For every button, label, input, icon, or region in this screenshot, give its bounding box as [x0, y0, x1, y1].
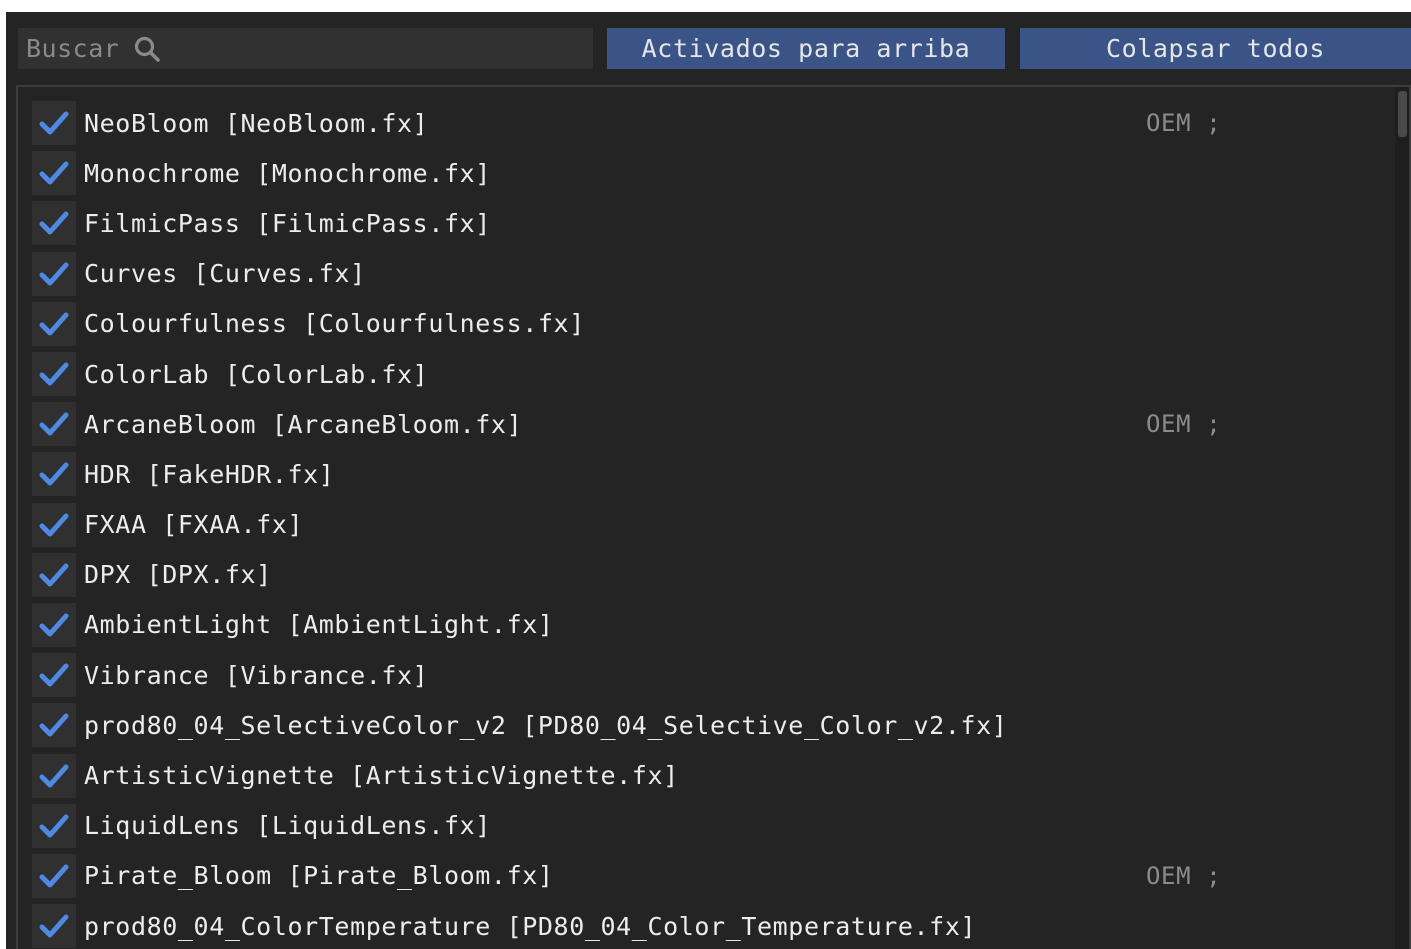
effect-checkbox[interactable] [32, 753, 76, 798]
effect-label: Curves [Curves.fx] [84, 259, 366, 289]
effect-row: DPX [DPX.fx] [32, 550, 1392, 600]
effect-tag: OEM ; [1146, 109, 1222, 138]
effect-row: Vibrance [Vibrance.fx] [32, 650, 1392, 700]
effect-checkbox[interactable] [32, 402, 76, 447]
effect-label: HDR [FakeHDR.fx] [84, 459, 335, 489]
checkmark-icon [39, 312, 69, 336]
scrollbar[interactable] [1395, 87, 1409, 949]
effect-label: NeoBloom [NeoBloom.fx] [84, 108, 429, 138]
effect-checkbox[interactable] [32, 904, 76, 949]
checkmark-icon [39, 663, 69, 687]
search-placeholder: Buscar [26, 34, 120, 63]
effects-list: NeoBloom [NeoBloom.fx] OEM ; Monochrome … [32, 98, 1392, 949]
effect-label: AmbientLight [AmbientLight.fx] [84, 610, 554, 640]
checkmark-icon [39, 362, 69, 386]
checkmark-icon [39, 764, 69, 788]
effect-row: ArtisticVignette [ArtisticVignette.fx] [32, 750, 1392, 800]
effects-list-panel: NeoBloom [NeoBloom.fx] OEM ; Monochrome … [16, 85, 1411, 949]
effect-row: Colourfulness [Colourfulness.fx] [32, 299, 1392, 349]
effects-window: Buscar Activados para arriba Colapsar to… [6, 12, 1411, 949]
effect-row: Monochrome [Monochrome.fx] [32, 148, 1392, 198]
effect-tag: OEM ; [1146, 410, 1222, 439]
checkmark-icon [39, 613, 69, 637]
search-icon [133, 35, 161, 63]
effect-label: FilmicPass [FilmicPass.fx] [84, 208, 491, 238]
effect-tag: OEM ; [1146, 861, 1222, 890]
effect-label: prod80_04_ColorTemperature [PD80_04_Colo… [84, 911, 977, 941]
checkmark-icon [39, 914, 69, 938]
effect-label: ArcaneBloom [ArcaneBloom.fx] [84, 409, 523, 439]
effect-row: prod80_04_ColorTemperature [PD80_04_Colo… [32, 901, 1392, 949]
effect-checkbox[interactable] [32, 452, 76, 497]
checkmark-icon [39, 513, 69, 537]
checkmark-icon [39, 864, 69, 888]
checkmark-icon [39, 563, 69, 587]
effect-checkbox[interactable] [32, 853, 76, 898]
effect-row: ColorLab [ColorLab.fx] [32, 349, 1392, 399]
effect-label: DPX [DPX.fx] [84, 560, 272, 590]
effect-row: ArcaneBloom [ArcaneBloom.fx] OEM ; [32, 399, 1392, 449]
effect-row: prod80_04_SelectiveColor_v2 [PD80_04_Sel… [32, 700, 1392, 750]
checkmark-icon [39, 161, 69, 185]
effect-checkbox[interactable] [32, 352, 76, 397]
effect-checkbox[interactable] [32, 803, 76, 848]
activated-to-top-button[interactable]: Activados para arriba [607, 28, 1005, 69]
effect-row: HDR [FakeHDR.fx] [32, 449, 1392, 499]
checkmark-icon [39, 412, 69, 436]
effect-label: ArtisticVignette [ArtisticVignette.fx] [84, 761, 679, 791]
effect-checkbox[interactable] [32, 251, 76, 296]
collapse-all-button[interactable]: Colapsar todos [1020, 28, 1411, 69]
effect-checkbox[interactable] [32, 101, 76, 146]
checkmark-icon [39, 814, 69, 838]
effect-row: NeoBloom [NeoBloom.fx] OEM ; [32, 98, 1392, 148]
effect-label: Pirate_Bloom [Pirate_Bloom.fx] [84, 861, 554, 891]
checkmark-icon [39, 111, 69, 135]
effect-label: Vibrance [Vibrance.fx] [84, 660, 429, 690]
checkmark-icon [39, 462, 69, 486]
effect-label: FXAA [FXAA.fx] [84, 510, 304, 540]
effect-label: LiquidLens [LiquidLens.fx] [84, 811, 491, 841]
effect-row: Pirate_Bloom [Pirate_Bloom.fx] OEM ; [32, 851, 1392, 901]
effect-label: ColorLab [ColorLab.fx] [84, 359, 429, 389]
checkmark-icon [39, 262, 69, 286]
effect-label: Monochrome [Monochrome.fx] [84, 158, 491, 188]
effect-checkbox[interactable] [32, 301, 76, 346]
checkmark-icon [39, 211, 69, 235]
effect-checkbox[interactable] [32, 552, 76, 597]
scrollbar-thumb[interactable] [1398, 91, 1407, 137]
checkmark-icon [39, 713, 69, 737]
effect-row: FilmicPass [FilmicPass.fx] [32, 198, 1392, 248]
toolbar: Buscar Activados para arriba Colapsar to… [6, 12, 1411, 82]
effect-row: LiquidLens [LiquidLens.fx] [32, 801, 1392, 851]
effect-checkbox[interactable] [32, 653, 76, 698]
effect-row: AmbientLight [AmbientLight.fx] [32, 600, 1392, 650]
effect-checkbox[interactable] [32, 703, 76, 748]
effect-checkbox[interactable] [32, 502, 76, 547]
effect-checkbox[interactable] [32, 151, 76, 196]
effect-row: FXAA [FXAA.fx] [32, 500, 1392, 550]
effect-row: Curves [Curves.fx] [32, 249, 1392, 299]
effect-label: prod80_04_SelectiveColor_v2 [PD80_04_Sel… [84, 710, 1008, 740]
search-input[interactable]: Buscar [18, 28, 593, 69]
effect-checkbox[interactable] [32, 602, 76, 647]
effect-checkbox[interactable] [32, 201, 76, 246]
effect-label: Colourfulness [Colourfulness.fx] [84, 309, 585, 339]
